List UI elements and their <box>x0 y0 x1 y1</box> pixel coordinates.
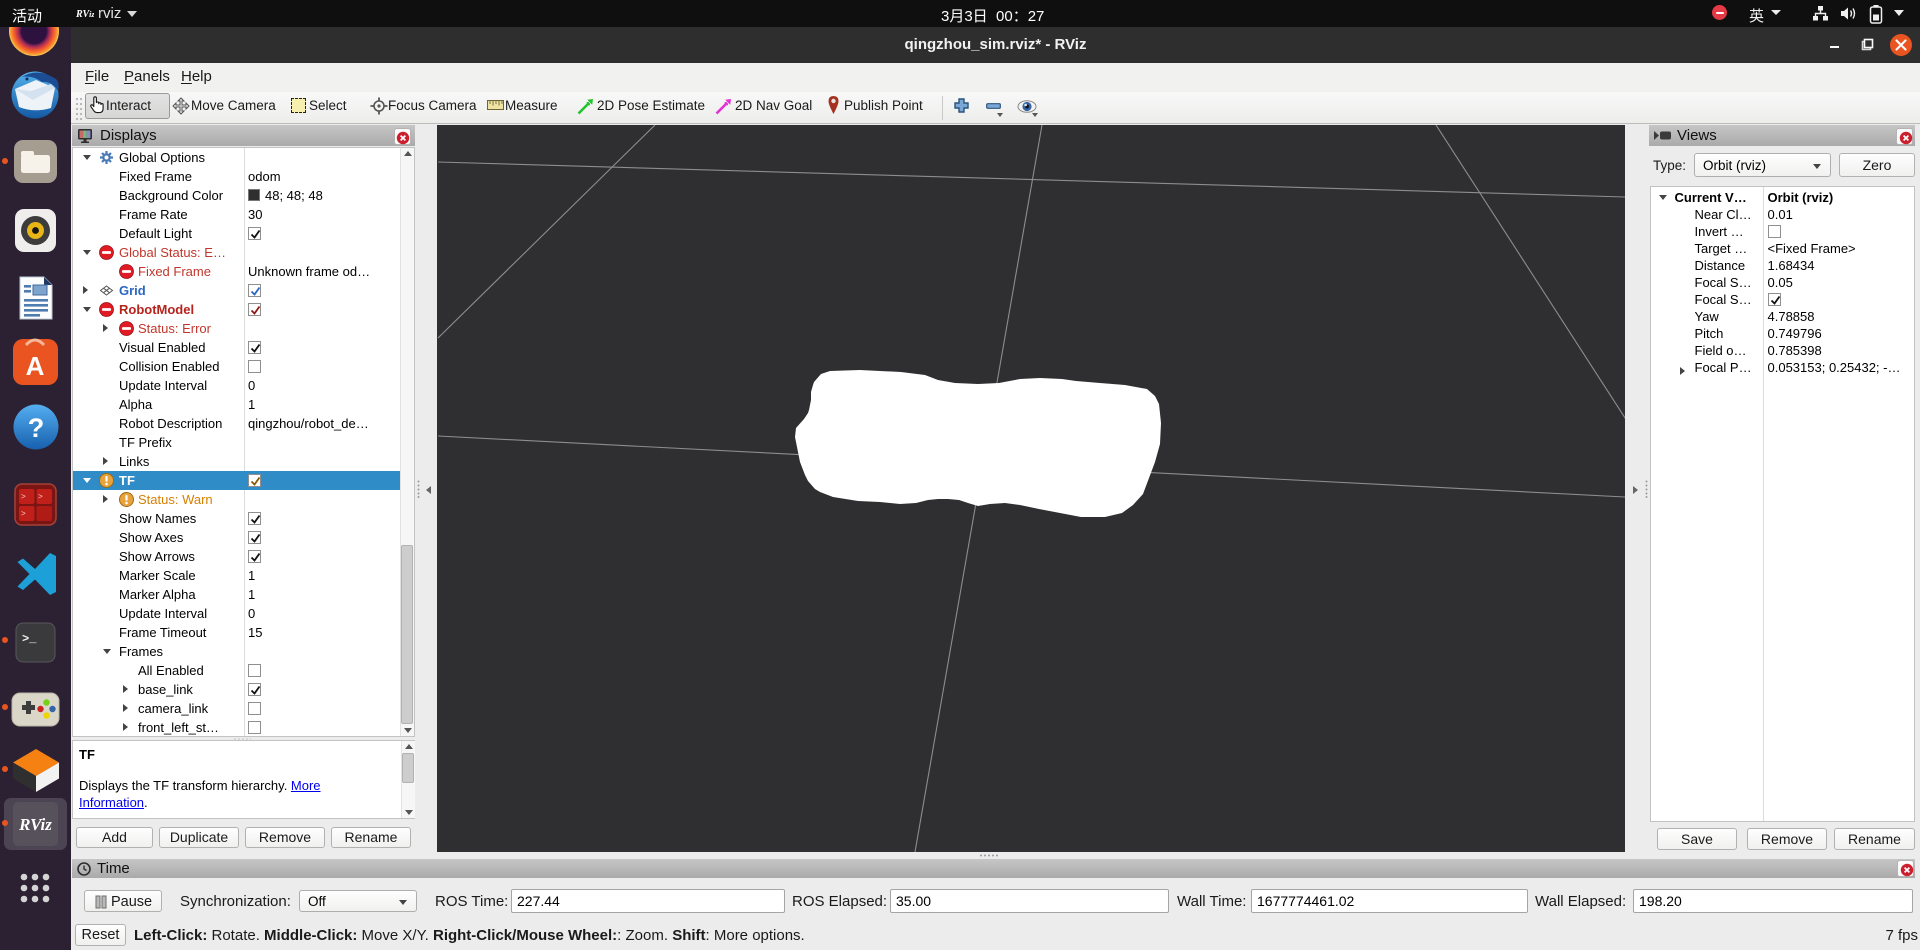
svg-text:?: ? <box>28 413 45 443</box>
svg-text:A: A <box>26 351 45 381</box>
svg-text:>_: >_ <box>22 632 37 646</box>
svg-text:RViz: RViz <box>18 815 52 834</box>
svg-text:>: > <box>21 510 26 519</box>
svg-text:>: > <box>38 493 43 502</box>
svg-text:>: > <box>21 493 26 502</box>
svg-text:RViz: RViz <box>76 9 94 20</box>
